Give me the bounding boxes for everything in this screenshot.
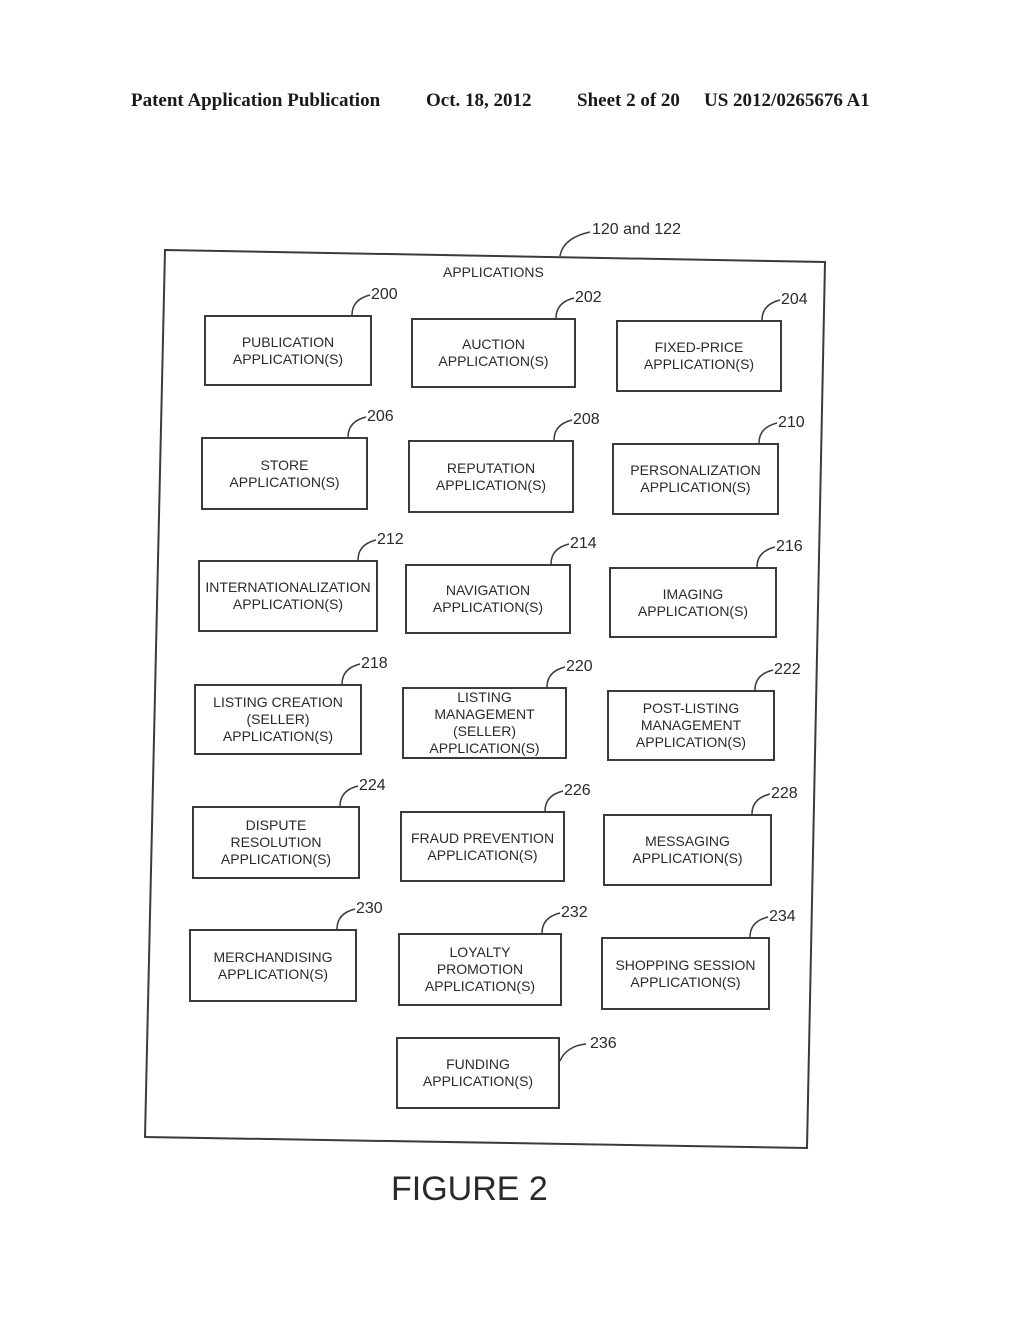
application-box-206: STORE APPLICATION(S) xyxy=(201,437,368,510)
application-box-label: MERCHANDISING APPLICATION(S) xyxy=(213,948,333,982)
application-box-232: LOYALTY PROMOTION APPLICATION(S) xyxy=(398,933,562,1006)
application-box-label: PERSONALIZATION APPLICATION(S) xyxy=(630,462,761,495)
application-box-228: MESSAGING APPLICATION(S) xyxy=(603,814,772,886)
application-box-200: PUBLICATION APPLICATION(S) xyxy=(204,315,372,386)
application-box-label: LISTING CREATION (SELLER) APPLICATION(S) xyxy=(213,694,343,744)
reference-numeral-202: 202 xyxy=(575,289,602,306)
reference-numeral-210: 210 xyxy=(778,414,805,431)
application-box-label: IMAGING APPLICATION(S) xyxy=(637,585,749,619)
application-box-224: DISPUTE RESOLUTION APPLICATION(S) xyxy=(192,806,360,879)
leader-line-212 xyxy=(357,539,377,561)
application-box-label: FUNDING APPLICATION(S) xyxy=(422,1056,534,1089)
application-box-226: FRAUD PREVENTION APPLICATION(S) xyxy=(400,811,565,882)
application-box-label: LOYALTY PROMOTION APPLICATION(S) xyxy=(424,944,536,994)
application-box-label: AUCTION APPLICATION(S) xyxy=(438,336,549,369)
reference-numeral-222: 222 xyxy=(774,661,801,678)
leader-line-206 xyxy=(347,416,367,438)
leader-line-230 xyxy=(336,908,356,930)
application-box-label: MESSAGING APPLICATION(S) xyxy=(632,833,743,866)
application-box-label: LISTING MANAGEMENT (SELLER) APPLICATION(… xyxy=(429,689,540,756)
application-box-220: LISTING MANAGEMENT (SELLER) APPLICATION(… xyxy=(402,687,567,759)
application-box-222: POST-LISTING MANAGEMENT APPLICATION(S) xyxy=(607,690,775,761)
leader-line-226 xyxy=(544,790,564,812)
application-box-label: REPUTATION APPLICATION(S) xyxy=(435,459,547,493)
leader-line-232 xyxy=(541,912,561,934)
application-box-208: REPUTATION APPLICATION(S) xyxy=(408,440,574,513)
application-box-label: INTERNATIONALIZATION APPLICATION(S) xyxy=(205,579,371,612)
reference-numeral-216: 216 xyxy=(776,538,803,555)
application-box-label: PUBLICATION APPLICATION(S) xyxy=(232,333,344,367)
application-box-218: LISTING CREATION (SELLER) APPLICATION(S) xyxy=(194,684,362,755)
reference-numeral-228: 228 xyxy=(771,785,798,802)
reference-numeral-226: 226 xyxy=(564,782,591,799)
diagram-lines xyxy=(143,231,827,1150)
reference-numeral-224: 224 xyxy=(359,777,386,794)
application-box-label: SHOPPING SESSION APPLICATION(S) xyxy=(615,956,756,990)
reference-numeral-218: 218 xyxy=(361,655,388,672)
reference-numeral-200: 200 xyxy=(371,286,398,303)
reference-numeral-232: 232 xyxy=(561,904,588,921)
leader-line-220 xyxy=(546,666,566,688)
application-box-216: IMAGING APPLICATION(S) xyxy=(609,567,777,638)
reference-numeral-230: 230 xyxy=(356,900,383,917)
leader-line-204 xyxy=(761,299,781,321)
leader-line-208 xyxy=(553,419,573,441)
application-box-234: SHOPPING SESSION APPLICATION(S) xyxy=(601,937,770,1010)
reference-numeral-212: 212 xyxy=(377,531,404,548)
application-box-label: DISPUTE RESOLUTION APPLICATION(S) xyxy=(220,817,332,867)
leader-line-224 xyxy=(339,785,359,807)
outer-ref-label: 120 and 122 xyxy=(592,221,681,238)
reference-numeral-206: 206 xyxy=(367,408,394,425)
leader-line-214 xyxy=(550,543,570,565)
application-box-212: INTERNATIONALIZATION APPLICATION(S) xyxy=(198,560,378,632)
leader-line-218 xyxy=(341,663,361,685)
leader-line-236 xyxy=(559,1043,587,1062)
application-box-202: AUCTION APPLICATION(S) xyxy=(411,318,576,388)
leader-line-216 xyxy=(756,546,776,568)
reference-numeral-236: 236 xyxy=(590,1035,617,1052)
reference-numeral-220: 220 xyxy=(566,658,593,675)
application-box-label: FIXED-PRICE APPLICATION(S) xyxy=(643,339,755,372)
reference-numeral-208: 208 xyxy=(573,411,600,428)
leader-line-200 xyxy=(351,294,371,316)
outer-ref-leader xyxy=(559,231,591,257)
leader-line-210 xyxy=(758,422,778,444)
application-box-214: NAVIGATION APPLICATION(S) xyxy=(405,564,571,634)
reference-numeral-214: 214 xyxy=(570,535,597,552)
leader-line-202 xyxy=(555,297,575,319)
application-box-230: MERCHANDISING APPLICATION(S) xyxy=(189,929,357,1002)
application-box-label: NAVIGATION APPLICATION(S) xyxy=(432,582,544,615)
leader-line-222 xyxy=(754,669,774,691)
application-box-label: STORE APPLICATION(S) xyxy=(229,456,340,490)
application-box-label: POST-LISTING MANAGEMENT APPLICATION(S) xyxy=(635,700,747,750)
outer-title: APPLICATIONS xyxy=(443,264,544,280)
reference-numeral-234: 234 xyxy=(769,908,796,925)
application-box-204: FIXED-PRICE APPLICATION(S) xyxy=(616,320,782,392)
application-box-236: FUNDING APPLICATION(S) xyxy=(396,1037,560,1109)
figure-caption: FIGURE 2 xyxy=(391,1170,548,1208)
leader-line-228 xyxy=(751,793,771,815)
leader-line-234 xyxy=(749,916,769,938)
application-box-label: FRAUD PREVENTION APPLICATION(S) xyxy=(410,829,555,863)
reference-numeral-204: 204 xyxy=(781,291,808,308)
application-box-210: PERSONALIZATION APPLICATION(S) xyxy=(612,443,779,515)
